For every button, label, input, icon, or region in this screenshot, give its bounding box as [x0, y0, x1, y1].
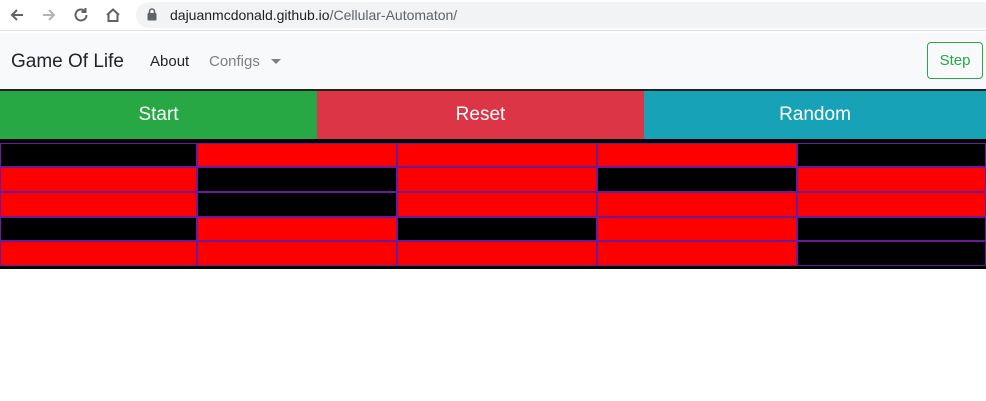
- grid-cell[interactable]: [397, 167, 597, 192]
- divider-bottom: [0, 266, 986, 269]
- brand-title[interactable]: Game Of Life: [11, 51, 124, 73]
- caret-down-icon[interactable]: [271, 59, 281, 64]
- grid-cell[interactable]: [797, 143, 986, 167]
- grid-cell[interactable]: [397, 192, 597, 217]
- url-path: /Cellular-Automaton/: [329, 7, 458, 23]
- grid-cell[interactable]: [797, 167, 986, 192]
- step-button[interactable]: Step: [927, 42, 983, 79]
- grid-cell[interactable]: [197, 192, 397, 217]
- grid-cell[interactable]: [0, 143, 197, 167]
- home-icon[interactable]: [101, 3, 125, 27]
- grid-cell[interactable]: [397, 241, 597, 266]
- grid-cell[interactable]: [597, 143, 797, 167]
- grid-cell[interactable]: [197, 143, 397, 167]
- browser-toolbar: dajuanmcdonald.github.io/Cellular-Automa…: [0, 0, 986, 31]
- start-button[interactable]: Start: [0, 91, 317, 139]
- reload-icon[interactable]: [69, 3, 93, 27]
- url-text: dajuanmcdonald.github.io/Cellular-Automa…: [170, 6, 457, 24]
- nav-about-link[interactable]: About: [150, 53, 189, 71]
- automaton-grid: [0, 139, 986, 266]
- grid-cell[interactable]: [597, 217, 797, 241]
- grid-cell[interactable]: [397, 143, 597, 167]
- grid-cell[interactable]: [397, 217, 597, 241]
- grid-cell[interactable]: [197, 167, 397, 192]
- url-host: dajuanmcdonald.github.io: [170, 7, 330, 23]
- grid-cell[interactable]: [797, 217, 986, 241]
- grid-cell[interactable]: [797, 241, 986, 266]
- random-button[interactable]: Random: [644, 91, 986, 139]
- lock-icon[interactable]: [147, 8, 157, 26]
- grid-cell[interactable]: [597, 241, 797, 266]
- grid-cell[interactable]: [197, 217, 397, 241]
- reset-button[interactable]: Reset: [317, 91, 644, 139]
- grid-cell[interactable]: [0, 167, 197, 192]
- address-bar[interactable]: dajuanmcdonald.github.io/Cellular-Automa…: [136, 2, 986, 28]
- app-navbar: Game Of Life About Configs Step: [0, 33, 986, 89]
- grid-cell[interactable]: [597, 167, 797, 192]
- grid-cell[interactable]: [797, 192, 986, 217]
- forward-arrow-icon[interactable]: [37, 3, 61, 27]
- grid-cell[interactable]: [0, 217, 197, 241]
- grid-cell[interactable]: [597, 192, 797, 217]
- grid-cell[interactable]: [0, 192, 197, 217]
- nav-configs-dropdown[interactable]: Configs: [209, 53, 260, 71]
- grid-cell[interactable]: [0, 241, 197, 266]
- back-arrow-icon[interactable]: [5, 3, 29, 27]
- grid-cell[interactable]: [197, 241, 397, 266]
